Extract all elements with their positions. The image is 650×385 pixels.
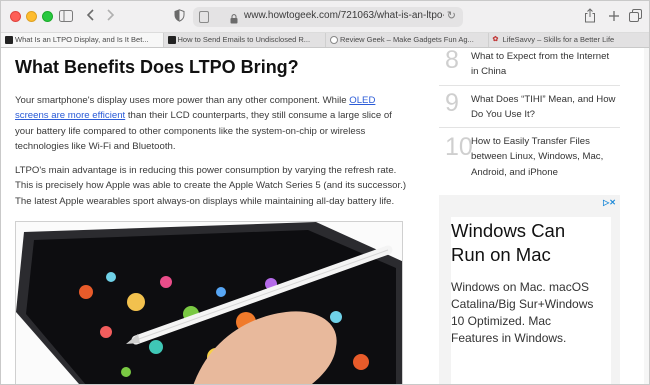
new-tab-icon[interactable]: [607, 8, 621, 26]
list-item-title[interactable]: What to Expect from the Internet in Chin…: [471, 49, 619, 80]
htg-icon: [5, 36, 13, 44]
reload-icon[interactable]: ↻: [447, 9, 456, 22]
forward-icon[interactable]: [104, 8, 116, 26]
close-window-button[interactable]: [10, 11, 21, 22]
page-icon: [199, 11, 209, 23]
sidebar-advertisement[interactable]: ▷✕ Windows Can Run on Mac Windows on Mac…: [439, 195, 620, 384]
reviewgeek-icon: [330, 36, 338, 44]
tab-bar: What Is an LTPO Display, and Is It Bet..…: [1, 33, 650, 48]
page-content: What Benefits Does LTPO Bring? Your smar…: [1, 48, 649, 384]
ad-body[interactable]: Windows on Mac. macOS Catalina/Big Sur+W…: [451, 279, 601, 347]
back-icon[interactable]: [85, 8, 97, 26]
share-icon[interactable]: [583, 8, 597, 26]
tab-undisclosed-recipients[interactable]: How to Send Emails to Undisclosed R...: [164, 33, 326, 47]
list-item-number: 9: [445, 89, 459, 117]
ipad-pencil-image: [15, 221, 403, 384]
list-item-number: 10: [445, 133, 473, 161]
minimize-window-button[interactable]: [26, 11, 37, 22]
browser-toolbar: www.howtogeek.com/721063/what-is-an-ltpo…: [1, 1, 649, 33]
paragraph-1: Your smartphone's display uses more powe…: [15, 93, 409, 154]
tab-overview-icon[interactable]: [628, 8, 642, 26]
article-heading: What Benefits Does LTPO Bring?: [15, 57, 299, 77]
tab-review-geek[interactable]: Review Geek – Make Gadgets Fun Ag...: [326, 33, 489, 47]
sidebar-toggle-icon[interactable]: [59, 8, 73, 26]
privacy-shield-icon[interactable]: [173, 8, 185, 26]
tab-label: LifeSavvy – Skills for a Better Life: [502, 35, 615, 44]
paragraph-1-start: Your smartphone's display uses more powe…: [15, 95, 350, 106]
list-item[interactable]: 8 What to Expect from the Internet in Ch…: [439, 48, 620, 86]
list-item[interactable]: 9 What Does “TIHI” Mean, and How Do You …: [439, 85, 620, 128]
url-text: www.howtogeek.com/721063/what-is-an-ltpo…: [244, 10, 444, 21]
ad-title[interactable]: Windows Can Run on Mac: [451, 219, 601, 267]
htg-icon: [167, 36, 176, 44]
zoom-window-button[interactable]: [42, 11, 53, 22]
browser-window: www.howtogeek.com/721063/what-is-an-ltpo…: [0, 0, 650, 385]
paragraph-2: LTPO's main advantage is in reducing thi…: [15, 165, 407, 207]
tab-lifesavvy[interactable]: ✿ LifeSavvy – Skills for a Better Life: [489, 33, 650, 47]
tab-label: Review Geek – Make Gadgets Fun Ag...: [340, 35, 474, 44]
tab-label: How to Send Emails to Undisclosed R...: [177, 35, 311, 44]
tab-label: What Is an LTPO Display, and Is It Bet..…: [15, 35, 149, 44]
address-bar[interactable]: www.howtogeek.com/721063/what-is-an-ltpo…: [193, 7, 463, 27]
scrollbar[interactable]: [644, 48, 649, 384]
adchoices-icon[interactable]: ▷✕: [603, 198, 616, 207]
list-item-title[interactable]: How to Easily Transfer Files between Lin…: [471, 134, 619, 180]
list-item-title[interactable]: What Does “TIHI” Mean, and How Do You Us…: [471, 92, 619, 123]
lifesavvy-icon: ✿: [492, 36, 499, 43]
tab-ltpo-article[interactable]: What Is an LTPO Display, and Is It Bet..…: [1, 33, 164, 47]
lock-icon: [230, 11, 238, 24]
list-item[interactable]: 10 How to Easily Transfer Files between …: [439, 127, 620, 188]
list-item-number: 8: [445, 48, 459, 74]
